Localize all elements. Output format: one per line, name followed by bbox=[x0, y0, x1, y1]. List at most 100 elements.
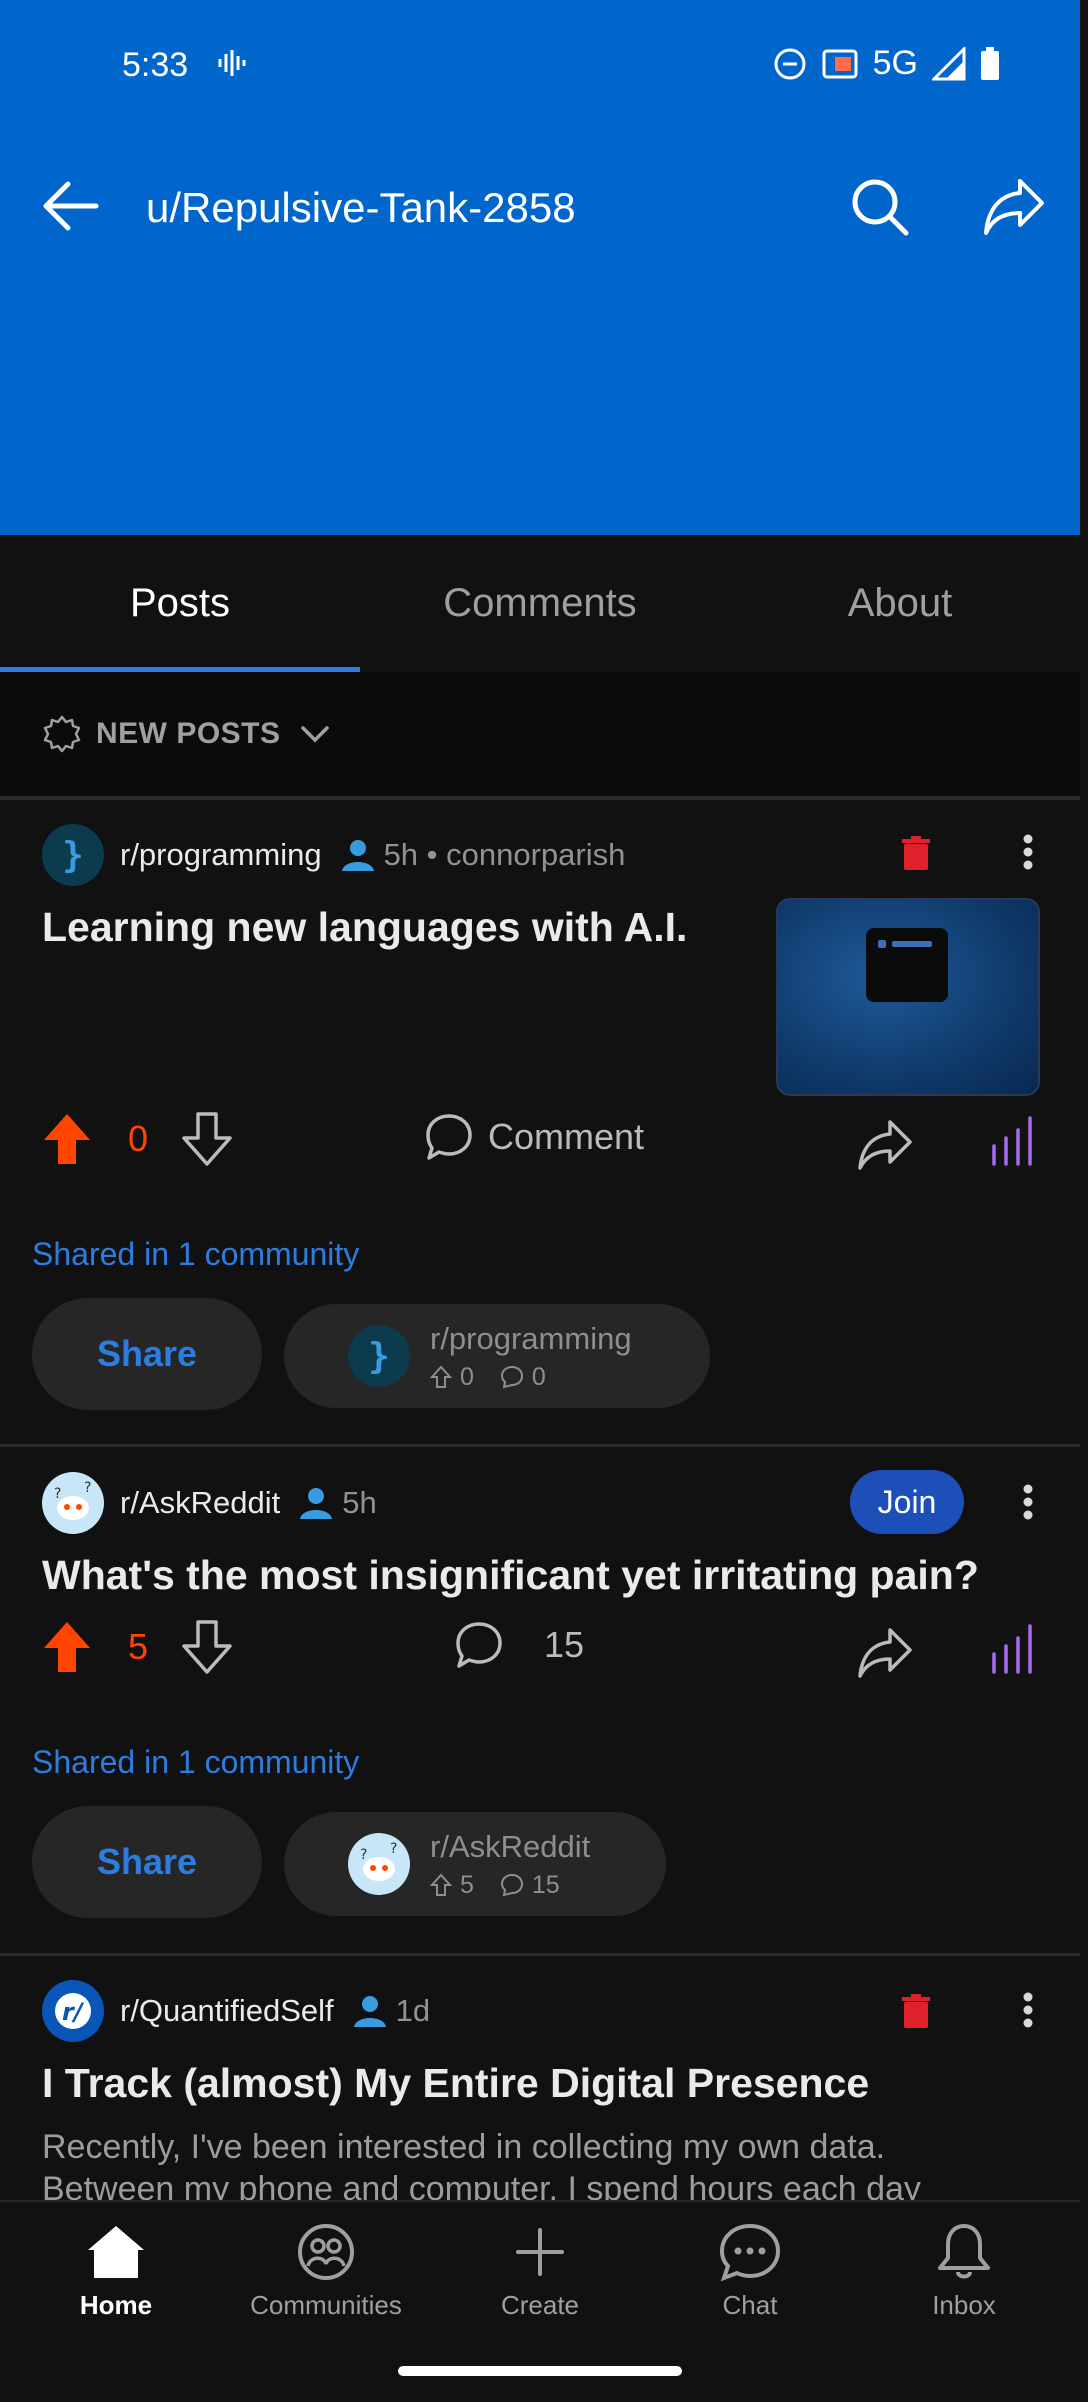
insights-icon[interactable] bbox=[988, 1114, 1038, 1168]
insights-icon[interactable] bbox=[988, 1622, 1038, 1676]
askreddit-icon: ?? bbox=[360, 1841, 397, 1881]
post-actions: 5 15 bbox=[42, 1620, 1042, 1690]
svg-text:r/: r/ bbox=[62, 1998, 85, 2026]
upvote-small-icon bbox=[430, 1873, 452, 1896]
community-name: r/programming bbox=[430, 1320, 632, 1356]
shared-label[interactable]: Shared in 1 community bbox=[32, 1236, 359, 1273]
tab-comments[interactable]: Comments bbox=[360, 535, 720, 672]
community-name: r/AskReddit bbox=[430, 1828, 591, 1864]
community-chip[interactable]: } r/programming 0 0 bbox=[284, 1304, 710, 1408]
communities-icon bbox=[298, 2224, 354, 2280]
post-title[interactable]: I Track (almost) My Entire Digital Prese… bbox=[42, 2060, 1042, 2107]
post-time: 1d bbox=[395, 1993, 431, 2028]
post-thumbnail[interactable] bbox=[776, 898, 1040, 1096]
nav-label: Chat bbox=[722, 2290, 778, 2320]
share-button[interactable]: Share bbox=[32, 1806, 262, 1918]
signal-icon bbox=[932, 46, 966, 80]
post-title[interactable]: What's the most insignificant yet irrita… bbox=[42, 1552, 1042, 1599]
user-icon bbox=[300, 1488, 333, 1519]
vote-count: 0 bbox=[128, 1118, 149, 1159]
comment-small-icon bbox=[500, 1365, 523, 1389]
community-avatar: ?? bbox=[348, 1833, 410, 1895]
community-upvotes: 0 bbox=[460, 1362, 474, 1391]
page-title: u/Repulsive-Tank-2858 bbox=[146, 184, 576, 231]
vote-count: 5 bbox=[128, 1626, 149, 1667]
subreddit-avatar: r/ bbox=[42, 1980, 104, 2042]
post-divider bbox=[0, 1444, 1080, 1447]
askreddit-icon: ?? bbox=[54, 1480, 91, 1520]
vote-controls: 0 bbox=[42, 1112, 232, 1166]
comment-button[interactable]: 15 bbox=[454, 1620, 584, 1670]
network-label: 5G bbox=[872, 44, 918, 82]
post-card[interactable]: ?? r/AskReddit 5h Join What's the most i… bbox=[0, 1450, 1080, 1955]
subreddit-name[interactable]: r/QuantifiedSelf bbox=[120, 1993, 334, 2029]
comment-button[interactable]: Comment bbox=[424, 1112, 644, 1162]
nav-communities[interactable]: Communities bbox=[226, 2222, 426, 2321]
nav-label: Create bbox=[500, 2290, 580, 2320]
comment-count: 15 bbox=[544, 1624, 585, 1665]
bell-icon bbox=[938, 2224, 990, 2279]
user-icon bbox=[353, 1996, 386, 2027]
post-meta: } r/programming 5h • connorparish bbox=[42, 824, 625, 886]
more-options-icon[interactable] bbox=[1022, 1992, 1034, 2028]
status-bar: 5:33 5G bbox=[0, 0, 1080, 130]
nav-label: Home bbox=[79, 2290, 153, 2320]
delete-icon[interactable] bbox=[902, 836, 930, 870]
tab-about[interactable]: About bbox=[720, 535, 1080, 672]
more-options-icon[interactable] bbox=[1022, 834, 1034, 870]
nav-create[interactable]: Create bbox=[440, 2222, 640, 2321]
join-button[interactable]: Join bbox=[850, 1470, 964, 1534]
profile-header: 5:33 5G u/Repulsive-Tank-2858 bbox=[0, 0, 1080, 535]
community-comments: 15 bbox=[531, 1870, 560, 1899]
post-title[interactable]: Learning new languages with A.I. bbox=[42, 904, 742, 951]
svg-text:?: ? bbox=[54, 1486, 61, 1502]
subreddit-name[interactable]: r/AskReddit bbox=[120, 1485, 280, 1521]
subreddit-name[interactable]: r/programming bbox=[120, 837, 322, 873]
shared-label[interactable]: Shared in 1 community bbox=[32, 1744, 359, 1781]
plus-icon bbox=[516, 2228, 564, 2276]
voice-indicator-icon bbox=[218, 50, 246, 76]
subreddit-avatar: ?? bbox=[42, 1472, 104, 1534]
nav-chat[interactable]: Chat bbox=[650, 2222, 850, 2321]
back-arrow-icon[interactable] bbox=[40, 180, 100, 232]
share-icon[interactable] bbox=[982, 175, 1046, 237]
cast-icon bbox=[822, 49, 858, 78]
profile-tabs: Posts Comments About bbox=[0, 535, 1080, 672]
share-icon[interactable] bbox=[856, 1118, 914, 1170]
chat-icon bbox=[719, 2223, 781, 2282]
post-card[interactable]: r/ r/QuantifiedSelf 1d I Track (almost) … bbox=[0, 1958, 1080, 2200]
search-icon[interactable] bbox=[848, 175, 910, 237]
community-stats: 0 0 bbox=[430, 1363, 632, 1392]
vote-controls: 5 bbox=[42, 1620, 232, 1674]
downvote-icon[interactable] bbox=[182, 1112, 232, 1166]
comment-icon bbox=[426, 1114, 472, 1160]
tab-posts[interactable]: Posts bbox=[0, 535, 360, 672]
more-options-icon[interactable] bbox=[1022, 1484, 1034, 1520]
post-body[interactable]: Recently, I've been interested in collec… bbox=[42, 2126, 1002, 2200]
post-meta: ?? r/AskReddit 5h bbox=[42, 1472, 377, 1534]
downvote-icon[interactable] bbox=[182, 1620, 232, 1674]
upvote-icon[interactable] bbox=[42, 1620, 92, 1674]
svg-text:?: ? bbox=[84, 1480, 91, 1496]
status-icons: 5G bbox=[773, 44, 1000, 83]
delete-icon[interactable] bbox=[902, 1994, 930, 2028]
post-card[interactable]: } r/programming 5h • connorparish Learni… bbox=[0, 800, 1080, 1445]
sort-new-icon bbox=[43, 715, 81, 753]
post-time: 5h bbox=[342, 1485, 377, 1520]
sort-bar[interactable]: NEW POSTS bbox=[0, 672, 1080, 800]
status-time: 5:33 bbox=[122, 46, 189, 84]
sort-label: NEW POSTS bbox=[96, 717, 281, 750]
gesture-bar[interactable] bbox=[398, 2366, 682, 2376]
community-avatar: } bbox=[348, 1325, 410, 1387]
share-icon[interactable] bbox=[856, 1626, 914, 1678]
nav-inbox[interactable]: Inbox bbox=[864, 2222, 1064, 2321]
community-comments: 0 bbox=[531, 1362, 546, 1391]
comment-label: Comment bbox=[488, 1116, 645, 1157]
nav-home[interactable]: Home bbox=[16, 2222, 216, 2321]
community-chip[interactable]: ?? r/AskReddit 5 15 bbox=[284, 1812, 666, 1916]
top-app-bar: u/Repulsive-Tank-2858 bbox=[0, 160, 1080, 250]
home-icon bbox=[88, 2226, 144, 2278]
share-button[interactable]: Share bbox=[32, 1298, 262, 1410]
upvote-icon[interactable] bbox=[42, 1112, 92, 1166]
community-stats: 5 15 bbox=[430, 1871, 590, 1900]
